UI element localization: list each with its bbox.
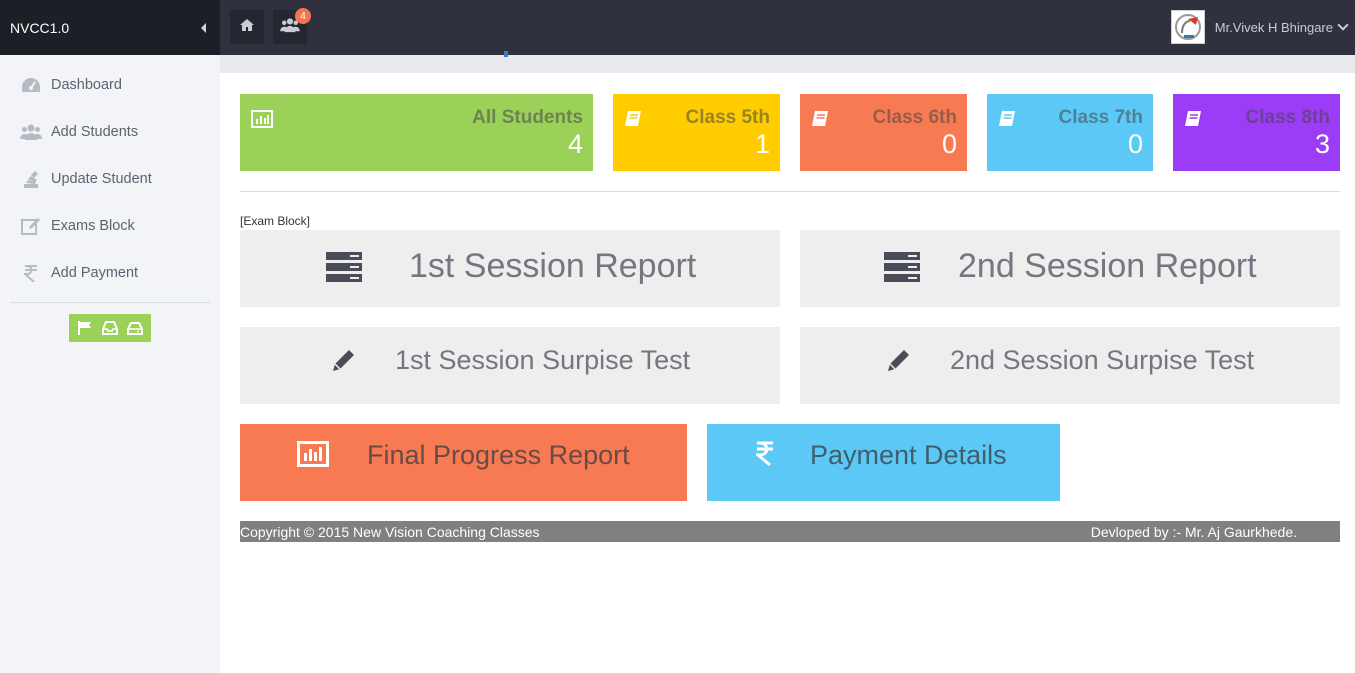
chevron-down-icon — [1337, 19, 1349, 31]
book-icon — [1184, 110, 1202, 133]
tile-label: 2nd Session Surpise Test — [950, 345, 1255, 375]
stat-count: 0 — [941, 129, 957, 159]
sidebar: NVCC1.0 Dashboard Add Students Update St… — [0, 0, 220, 673]
users-notification-button[interactable]: 4 — [273, 8, 311, 44]
payment-details-tile[interactable]: Payment Details — [707, 424, 1060, 501]
user-menu[interactable]: Mr.Vivek H Bhingare — [1170, 10, 1349, 44]
footer-copyright: Copyright © 2015 New Vision Coaching Cla… — [240, 523, 540, 540]
bar-chart-icon — [297, 441, 329, 472]
brand-bar: NVCC1.0 — [0, 0, 220, 55]
rupee-icon — [20, 263, 42, 283]
inbox-icon[interactable] — [99, 317, 121, 339]
tile-label: Payment Details — [810, 440, 1007, 470]
session1-report-tile[interactable]: 1st Session Report — [240, 230, 780, 307]
sidebar-item-label: Add Payment — [51, 264, 139, 281]
stat-count: 3 — [1314, 129, 1330, 159]
stat-card-all-students[interactable]: All Students 4 — [240, 94, 593, 171]
sidebar-quick-buttons — [69, 314, 151, 342]
pencil-icon — [331, 347, 357, 378]
session2-report-tile[interactable]: 2nd Session Report — [800, 230, 1340, 307]
session1-test-tile[interactable]: 1st Session Surpise Test — [240, 327, 780, 404]
stat-title: All Students — [472, 107, 583, 128]
book-icon — [811, 110, 829, 133]
sidebar-nav: Dashboard Add Students Update Student Ex… — [0, 61, 220, 296]
stat-title: Class 7th — [1058, 107, 1143, 128]
dashboard-icon — [20, 75, 42, 95]
sidebar-item-label: Update Student — [51, 170, 152, 187]
breadcrumb-marker — [504, 51, 508, 57]
stat-card-class-7th[interactable]: Class 7th 0 — [987, 94, 1153, 171]
home-icon — [239, 18, 255, 37]
stat-count: 4 — [567, 129, 583, 159]
stat-count: 1 — [754, 129, 770, 159]
stat-card-class-8th[interactable]: Class 8th 3 — [1173, 94, 1340, 171]
book-icon — [998, 110, 1016, 133]
stat-card-class-5th[interactable]: Class 5th 1 — [613, 94, 780, 171]
exam-block-label: [Exam Block] — [240, 214, 311, 228]
rupee-icon — [753, 440, 774, 471]
sidebar-divider — [10, 302, 210, 303]
sidebar-item-add-payment[interactable]: Add Payment — [0, 249, 220, 296]
tile-label: 1st Session Report — [409, 247, 697, 285]
brand-title: NVCC1.0 — [10, 19, 70, 36]
stack-icon — [20, 169, 42, 189]
stat-count: 0 — [1127, 129, 1143, 159]
server-icon — [326, 252, 362, 287]
sidebar-item-add-students[interactable]: Add Students — [0, 108, 220, 155]
stat-card-class-6th[interactable]: Class 6th 0 — [800, 94, 967, 171]
sidebar-item-label: Exams Block — [51, 217, 135, 234]
stat-title: Class 8th — [1245, 107, 1330, 128]
sidebar-item-label: Dashboard — [51, 76, 122, 93]
flag-icon[interactable] — [74, 317, 96, 339]
home-button[interactable] — [230, 10, 264, 44]
final-progress-report-tile[interactable]: Final Progress Report — [240, 424, 687, 501]
tile-label: 2nd Session Report — [958, 247, 1257, 285]
footer-developer: Devloped by :- Mr. Aj Gaurkhede. — [1090, 523, 1297, 540]
pencil-icon — [886, 347, 912, 378]
server-icon — [884, 252, 920, 287]
sidebar-item-exams-block[interactable]: Exams Block — [0, 202, 220, 249]
sidebar-item-label: Add Students — [51, 123, 139, 140]
notification-badge: 4 — [295, 8, 311, 24]
edit-icon — [20, 216, 42, 236]
topbar: 4 Mr.Vivek H Bhingare — [220, 0, 1355, 55]
stat-title: Class 5th — [685, 107, 770, 128]
hdd-icon[interactable] — [124, 317, 146, 339]
book-icon — [624, 110, 642, 133]
sidebar-item-update-student[interactable]: Update Student — [0, 155, 220, 202]
collapse-sidebar-icon[interactable] — [201, 22, 206, 33]
app: NVCC1.0 Dashboard Add Students Update St… — [0, 0, 1355, 673]
session2-test-tile[interactable]: 2nd Session Surpise Test — [800, 327, 1340, 404]
sidebar-item-dashboard[interactable]: Dashboard — [0, 61, 220, 108]
footer: Copyright © 2015 New Vision Coaching Cla… — [240, 521, 1340, 542]
divider — [240, 191, 1340, 192]
bar-chart-icon — [251, 110, 273, 133]
user-name: Mr.Vivek H Bhingare — [1214, 19, 1333, 35]
breadcrumb-bar — [220, 51, 1355, 73]
avatar — [1170, 10, 1205, 44]
stat-title: Class 6th — [872, 107, 957, 128]
tile-label: Final Progress Report — [367, 440, 630, 470]
users-icon — [20, 122, 42, 142]
tile-label: 1st Session Surpise Test — [395, 345, 691, 375]
